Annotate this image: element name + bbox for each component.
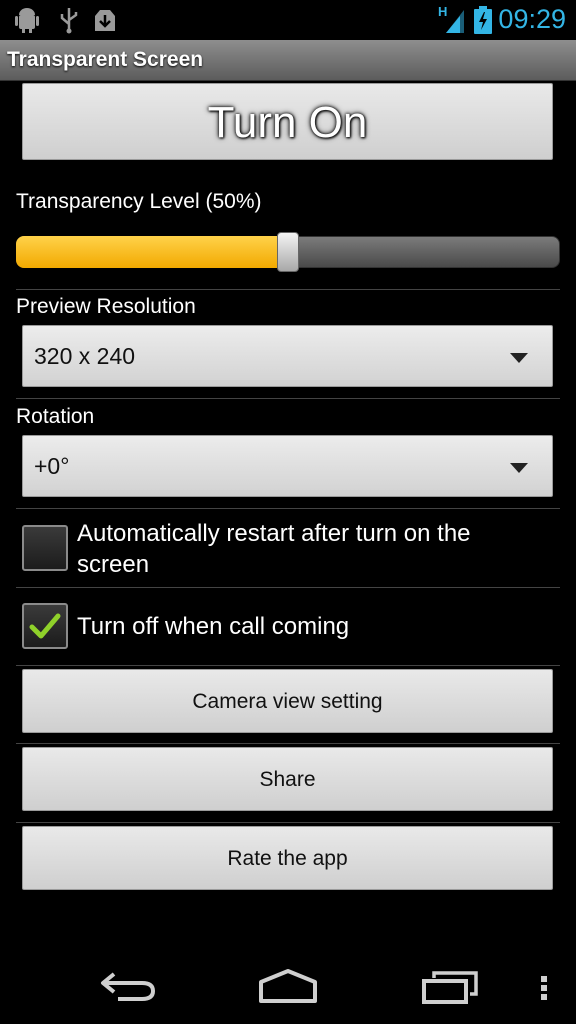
- divider: [16, 743, 560, 744]
- clock: 09:29: [498, 4, 566, 34]
- share-button[interactable]: Share: [22, 747, 553, 811]
- rate-app-button[interactable]: Rate the app: [22, 826, 553, 890]
- recent-apps-icon[interactable]: [420, 970, 480, 1004]
- transparency-level-label: Transparency Level (50%): [16, 190, 262, 213]
- battery-icon: [474, 6, 492, 34]
- title-bar: Transparent Screen: [0, 40, 576, 81]
- turn-off-call-label: Turn off when call coming: [77, 613, 350, 640]
- app-title: Transparent Screen: [7, 48, 204, 71]
- divider: [16, 822, 560, 823]
- preview-resolution-dropdown[interactable]: 320 x 240: [22, 325, 553, 387]
- usb-icon: [60, 8, 78, 34]
- turn-on-button[interactable]: Turn On: [22, 83, 553, 160]
- transparency-slider[interactable]: [16, 232, 560, 272]
- signal-icon: [446, 10, 464, 33]
- divider: [16, 587, 560, 588]
- download-icon: [95, 10, 115, 31]
- status-bar: H 09:29: [0, 0, 576, 40]
- rotation-value: +0°: [34, 453, 70, 479]
- turn-off-call-checkbox-row[interactable]: Turn off when call coming: [16, 594, 560, 658]
- camera-view-setting-button[interactable]: Camera view setting: [22, 669, 553, 733]
- overflow-menu-icon[interactable]: [538, 974, 550, 1002]
- dropdown-arrow-icon: [510, 463, 528, 473]
- dropdown-arrow-icon: [510, 353, 528, 363]
- preview-resolution-value: 320 x 240: [34, 343, 136, 369]
- divider: [16, 398, 560, 399]
- slider-fill: [16, 236, 288, 268]
- divider: [16, 289, 560, 290]
- divider: [16, 665, 560, 666]
- rotation-dropdown[interactable]: +0°: [22, 435, 553, 497]
- turn-off-call-checkbox[interactable]: [22, 603, 68, 649]
- slider-thumb[interactable]: [277, 232, 299, 272]
- navigation-bar: [0, 944, 576, 1024]
- back-icon[interactable]: [98, 970, 158, 1004]
- home-icon[interactable]: [256, 968, 320, 1004]
- checkmark-icon: [29, 613, 61, 639]
- preview-resolution-label: Preview Resolution: [16, 295, 196, 318]
- divider: [16, 508, 560, 509]
- auto-restart-checkbox[interactable]: [22, 525, 68, 571]
- auto-restart-label: Automatically restart after turn on the …: [77, 520, 471, 578]
- rotation-label: Rotation: [16, 405, 95, 428]
- auto-restart-checkbox-row[interactable]: Automatically restart after turn on the …: [16, 516, 560, 580]
- android-debug-icon: [15, 8, 39, 33]
